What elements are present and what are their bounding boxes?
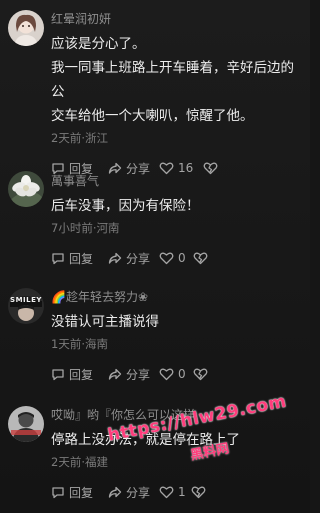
share-button[interactable]: 分享 bbox=[108, 482, 150, 502]
like-count: 0 bbox=[178, 251, 186, 265]
heart-icon bbox=[159, 486, 174, 499]
comment-meta: 7小时前·河南 bbox=[51, 221, 120, 235]
comment-list: 红晕润初妍 应该是分心了。 我一同事上班路上开车睡着，辛好后边的公 交车给他一个… bbox=[0, 0, 310, 513]
avatar[interactable] bbox=[8, 171, 44, 207]
comment-line: 我一同事上班路上开车睡着，辛好后边的公 bbox=[51, 60, 294, 100]
reply-label: 回复 bbox=[69, 251, 94, 266]
comment-text: 没错认可主播说得 bbox=[51, 310, 302, 334]
comment-line: 交车给他一个大喇叭，惊醒了他。 bbox=[51, 108, 254, 124]
broken-heart-icon bbox=[191, 486, 206, 499]
comment-body: 萬事喜气 后车没事，因为有保险！ 7小时前·河南 回复 分享 0 bbox=[51, 173, 302, 268]
dislike-button[interactable] bbox=[193, 248, 212, 268]
comment-body: 哎呦』哟『你怎么可以这样 停路上没办法，就是停在路上了 2天前·福建 回复 分享… bbox=[51, 407, 302, 502]
broken-heart-icon bbox=[193, 252, 208, 265]
like-count: 0 bbox=[178, 367, 186, 381]
comment-line: 后车没事，因为有保险！ bbox=[51, 198, 200, 214]
avatar[interactable] bbox=[8, 10, 44, 46]
avatar[interactable] bbox=[8, 406, 44, 442]
share-label: 分享 bbox=[126, 251, 151, 266]
like-button[interactable]: 1 bbox=[159, 482, 186, 502]
comment-actions: 回复 分享 0 bbox=[51, 364, 302, 384]
comment-line: 停路上没办法，就是停在路上了 bbox=[51, 432, 240, 448]
comment-author[interactable]: 红晕润初妍 bbox=[51, 11, 302, 27]
comment-meta: 2天前·福建 bbox=[51, 455, 108, 469]
share-button[interactable]: 分享 bbox=[108, 248, 150, 268]
comment-actions: 回复 分享 1 bbox=[51, 482, 302, 502]
comment-body: 🌈趁年轻去努力❀ 没错认可主播说得 1天前·海南 回复 分享 0 bbox=[51, 289, 302, 384]
comment-line: 应该是分心了。 bbox=[51, 36, 146, 52]
share-label: 分享 bbox=[126, 367, 151, 382]
comment-text: 后车没事，因为有保险！ bbox=[51, 194, 302, 218]
share-label: 分享 bbox=[126, 485, 151, 500]
comment-meta: 1天前·海南 bbox=[51, 337, 108, 351]
comment-actions: 回复 分享 0 bbox=[51, 248, 302, 268]
reply-icon bbox=[52, 253, 64, 265]
reply-button[interactable]: 回复 bbox=[51, 482, 93, 502]
comment-line: 没错认可主播说得 bbox=[51, 314, 159, 330]
comment-body: 红晕润初妍 应该是分心了。 我一同事上班路上开车睡着，辛好后边的公 交车给他一个… bbox=[51, 11, 302, 178]
like-button[interactable]: 0 bbox=[159, 248, 186, 268]
reply-icon bbox=[52, 487, 64, 499]
share-icon bbox=[108, 368, 122, 380]
comment-author[interactable]: 🌈趁年轻去努力❀ bbox=[51, 289, 302, 305]
heart-icon bbox=[159, 252, 174, 265]
reply-button[interactable]: 回复 bbox=[51, 364, 93, 384]
comment-text: 应该是分心了。 我一同事上班路上开车睡着，辛好后边的公 交车给他一个大喇叭，惊醒… bbox=[51, 32, 302, 128]
avatar[interactable]: SMILEY bbox=[8, 288, 44, 324]
like-button[interactable]: 0 bbox=[159, 364, 186, 384]
share-button[interactable]: 分享 bbox=[108, 364, 150, 384]
reply-icon bbox=[52, 369, 64, 381]
avatar-cap-text: SMILEY bbox=[10, 296, 42, 304]
comment-author[interactable]: 哎呦』哟『你怎么可以这样 bbox=[51, 407, 302, 423]
reply-label: 回复 bbox=[69, 485, 94, 500]
comment-meta: 2天前·浙江 bbox=[51, 131, 108, 145]
dislike-button[interactable] bbox=[191, 482, 210, 502]
comment-text: 停路上没办法，就是停在路上了 bbox=[51, 428, 302, 452]
dislike-button[interactable] bbox=[193, 364, 212, 384]
comment-author[interactable]: 萬事喜气 bbox=[51, 173, 302, 189]
like-count: 1 bbox=[178, 485, 186, 499]
heart-icon bbox=[159, 368, 174, 381]
share-icon bbox=[108, 252, 122, 264]
reply-button[interactable]: 回复 bbox=[51, 248, 93, 268]
reply-label: 回复 bbox=[69, 367, 94, 382]
share-icon bbox=[108, 486, 122, 498]
broken-heart-icon bbox=[193, 368, 208, 381]
